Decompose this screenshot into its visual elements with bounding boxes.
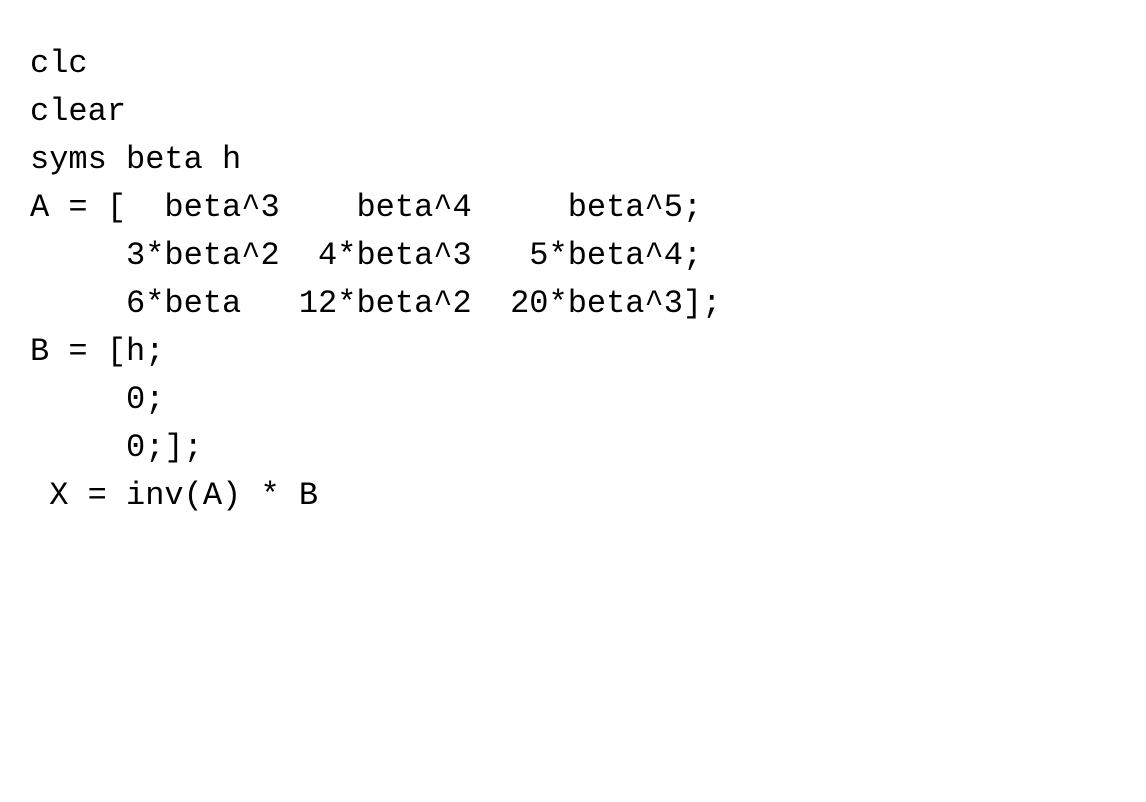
code-line: clc (30, 40, 1116, 88)
code-line: 3*beta^2 4*beta^3 5*beta^4; (30, 232, 1116, 280)
code-line: 6*beta 12*beta^2 20*beta^3]; (30, 280, 1116, 328)
code-line: clear (30, 88, 1116, 136)
code-line: 0; (30, 376, 1116, 424)
code-line: B = [h; (30, 328, 1116, 376)
code-line: A = [ beta^3 beta^4 beta^5; (30, 184, 1116, 232)
code-line: X = inv(A) * B (30, 472, 1116, 520)
code-line: 0;]; (30, 424, 1116, 472)
code-block: clc clear syms beta h A = [ beta^3 beta^… (30, 40, 1116, 520)
code-line: syms beta h (30, 136, 1116, 184)
